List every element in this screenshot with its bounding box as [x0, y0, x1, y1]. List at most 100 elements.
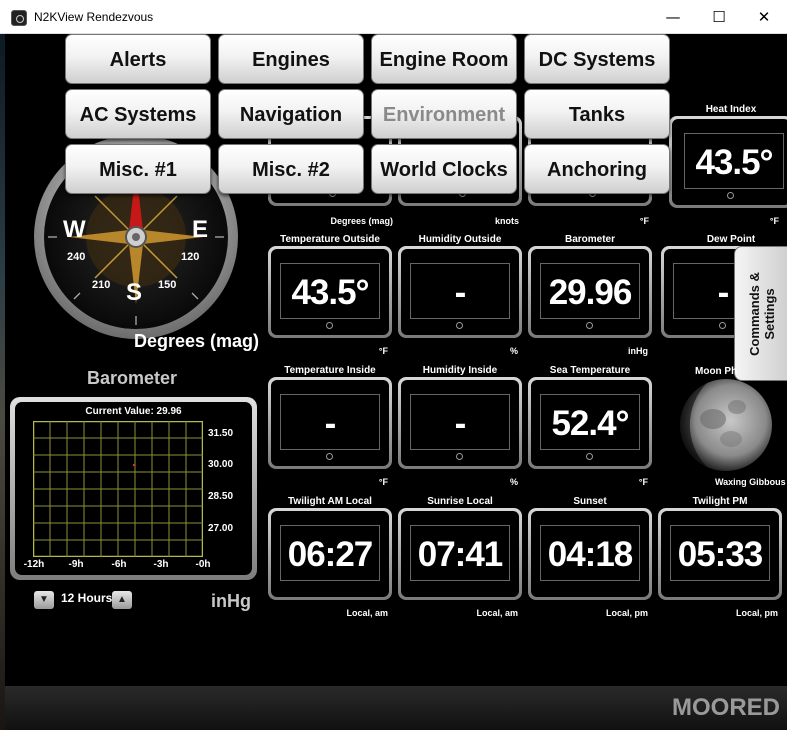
menu-environment[interactable]: Environment — [371, 89, 517, 139]
menu-misc-1[interactable]: Misc. #1 — [65, 144, 211, 194]
menu-misc-2[interactable]: Misc. #2 — [218, 144, 364, 194]
window-title: N2KView Rendezvous — [34, 10, 154, 24]
commands-settings-label: Commands & Settings — [747, 272, 777, 356]
range-up-button[interactable]: ▲ — [112, 591, 132, 609]
sunrise-value: 07:41 — [417, 535, 504, 574]
twilight-am-label: Twilight AM Local — [288, 496, 372, 507]
compass-210-label: 210 — [92, 279, 111, 291]
range-label: 12 Hours — [61, 591, 113, 605]
twilight-pm-gauge[interactable]: 05:33 — [658, 508, 782, 600]
gauge-knob — [719, 322, 726, 329]
gauge-knob — [456, 322, 463, 329]
humidity-outside-value: - — [454, 273, 467, 312]
sea-temp-value: 52.4° — [551, 404, 629, 443]
temp-inside-value: - — [324, 404, 337, 443]
barometer-current-value: Current Value: 29.96 — [85, 406, 182, 417]
sea-temp-gauge[interactable]: 52.4° — [528, 377, 652, 469]
temp-outside-label: Temperature Outside — [280, 234, 380, 245]
heat-index-gauge[interactable]: 43.5° — [669, 116, 787, 208]
humidity-outside-label: Humidity Outside — [418, 234, 502, 245]
twilight-am-value: 06:27 — [287, 535, 374, 574]
dew-point-label: Dew Point — [706, 234, 756, 245]
sunrise-label: Sunrise Local — [427, 496, 493, 507]
sunrise-gauge[interactable]: 07:41 — [398, 508, 522, 600]
barometer-title: Barometer — [87, 368, 178, 388]
sunset-unit: Local, pm — [605, 608, 648, 618]
menu-engine-room[interactable]: Engine Room — [371, 34, 517, 84]
gauge-knob — [586, 453, 593, 460]
sunset-label: Sunset — [573, 496, 607, 507]
twilight-am-gauge[interactable]: 06:27 — [268, 508, 392, 600]
compass-caption: Degrees (mag) — [134, 331, 260, 351]
twilight-am-unit: Local, am — [346, 608, 388, 618]
twilight-pm-unit: Local, pm — [735, 608, 778, 618]
gauge-knob — [326, 453, 333, 460]
barometer-unit-label: inHg — [211, 591, 251, 611]
temp-inside-gauge[interactable]: - — [268, 377, 392, 469]
baro-xtick-2: -9h — [68, 559, 84, 570]
baro-ytick-3: 28.50 — [208, 491, 234, 502]
humidity-inside-value: - — [454, 404, 467, 443]
commands-settings-tab[interactable]: Commands & Settings — [734, 246, 787, 381]
menu-world-clocks[interactable]: World Clocks — [371, 144, 517, 194]
gauge-knob — [456, 453, 463, 460]
barometer-gauge[interactable]: 29.96 — [528, 246, 652, 338]
sunrise-unit: Local, am — [476, 608, 518, 618]
commands-label-line1: Commands & — [746, 271, 762, 356]
menu-engines[interactable]: Engines — [218, 34, 364, 84]
menu-navigation[interactable]: Navigation — [218, 89, 364, 139]
unit-f-top: °F — [639, 216, 649, 226]
gauge-knob — [727, 192, 734, 199]
menu-ac-systems[interactable]: AC Systems — [65, 89, 211, 139]
menu-dc-systems[interactable]: DC Systems — [524, 34, 670, 84]
humidity-inside-gauge[interactable]: - — [398, 377, 522, 469]
humidity-inside-unit: % — [509, 477, 518, 487]
baro-ytick-1: 31.50 — [208, 428, 234, 439]
heat-index-value: 43.5° — [695, 143, 773, 182]
menu-alerts[interactable]: Alerts — [65, 34, 211, 84]
range-down-button[interactable]: ▼ — [34, 591, 54, 609]
heat-index-label: Heat Index — [705, 104, 757, 115]
menu-anchoring[interactable]: Anchoring — [524, 144, 670, 194]
gauge-knob — [586, 322, 593, 329]
unit-degrees: Degrees (mag) — [330, 216, 393, 226]
sea-temp-unit: °F — [638, 477, 648, 487]
minimize-button[interactable]: — — [650, 0, 696, 34]
gauge-knob — [326, 322, 333, 329]
twilight-pm-value: 05:33 — [677, 535, 764, 574]
temp-inside-label: Temperature Inside — [284, 365, 376, 376]
barometer-unit: inHg — [628, 346, 648, 356]
window-title-bar: N2KView Rendezvous — ☐ ✕ — [0, 0, 787, 34]
sunset-gauge[interactable]: 04:18 — [528, 508, 652, 600]
temp-outside-unit: °F — [378, 346, 388, 356]
humidity-inside-label: Humidity Inside — [422, 365, 498, 376]
humidity-outside-gauge[interactable]: - — [398, 246, 522, 338]
baro-xtick-3: -6h — [111, 559, 127, 570]
compass-w-label: W — [63, 216, 86, 243]
sea-temp-label: Sea Temperature — [549, 365, 631, 376]
close-button[interactable]: ✕ — [741, 0, 787, 34]
app-area: W E S 240 210 120 150 Degrees (mag) Degr… — [5, 34, 787, 730]
compass-s-label: S — [126, 279, 143, 306]
status-bar — [5, 686, 787, 730]
temp-outside-gauge[interactable]: 43.5° — [268, 246, 392, 338]
app-icon — [11, 10, 27, 26]
maximize-button[interactable]: ☐ — [696, 0, 742, 34]
baro-xtick-4: -3h — [153, 559, 169, 570]
temp-inside-unit: °F — [378, 477, 388, 487]
barometer-value: 29.96 — [548, 273, 633, 312]
baro-xtick-5: -0h — [195, 559, 211, 570]
unit-knots: knots — [494, 216, 519, 226]
menu-tanks[interactable]: Tanks — [524, 89, 670, 139]
compass-120-label: 120 — [181, 251, 200, 263]
baro-xtick-1: -12h — [23, 559, 45, 570]
baro-ytick-4: 27.00 — [208, 523, 234, 534]
barometer-label: Barometer — [564, 234, 616, 245]
sunset-value: 04:18 — [547, 535, 634, 574]
baro-ytick-2: 30.00 — [208, 459, 234, 470]
unit-f-heat: °F — [769, 216, 779, 226]
temp-outside-value: 43.5° — [291, 273, 369, 312]
barometer-plot — [33, 421, 203, 557]
moon-phase-label: Moon Ph — [695, 366, 738, 377]
compass-150-label: 150 — [158, 279, 177, 291]
